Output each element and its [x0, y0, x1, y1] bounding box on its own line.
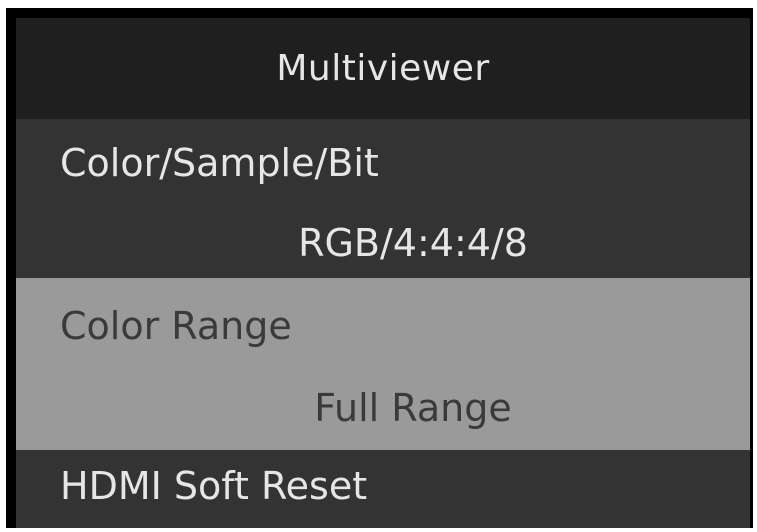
- menu-item-label: Color/Sample/Bit: [60, 141, 379, 185]
- menu-item-label: HDMI Soft Reset: [60, 464, 368, 508]
- osd-menu-frame: Multiviewer Color/Sample/Bit RGB/4:4:4/8…: [6, 8, 753, 528]
- menu-title: Multiviewer: [16, 18, 750, 119]
- menu-item-color-range[interactable]: Color Range Full Range: [16, 278, 750, 450]
- menu-item-value: Full Range: [314, 386, 512, 430]
- menu-item-value: RGB/4:4:4/8: [298, 221, 528, 265]
- menu-item-hdmi-soft-reset[interactable]: HDMI Soft Reset: [16, 450, 750, 528]
- menu-item-label: Color Range: [60, 304, 292, 348]
- menu-item-color-sample-bit[interactable]: Color/Sample/Bit RGB/4:4:4/8: [16, 119, 750, 278]
